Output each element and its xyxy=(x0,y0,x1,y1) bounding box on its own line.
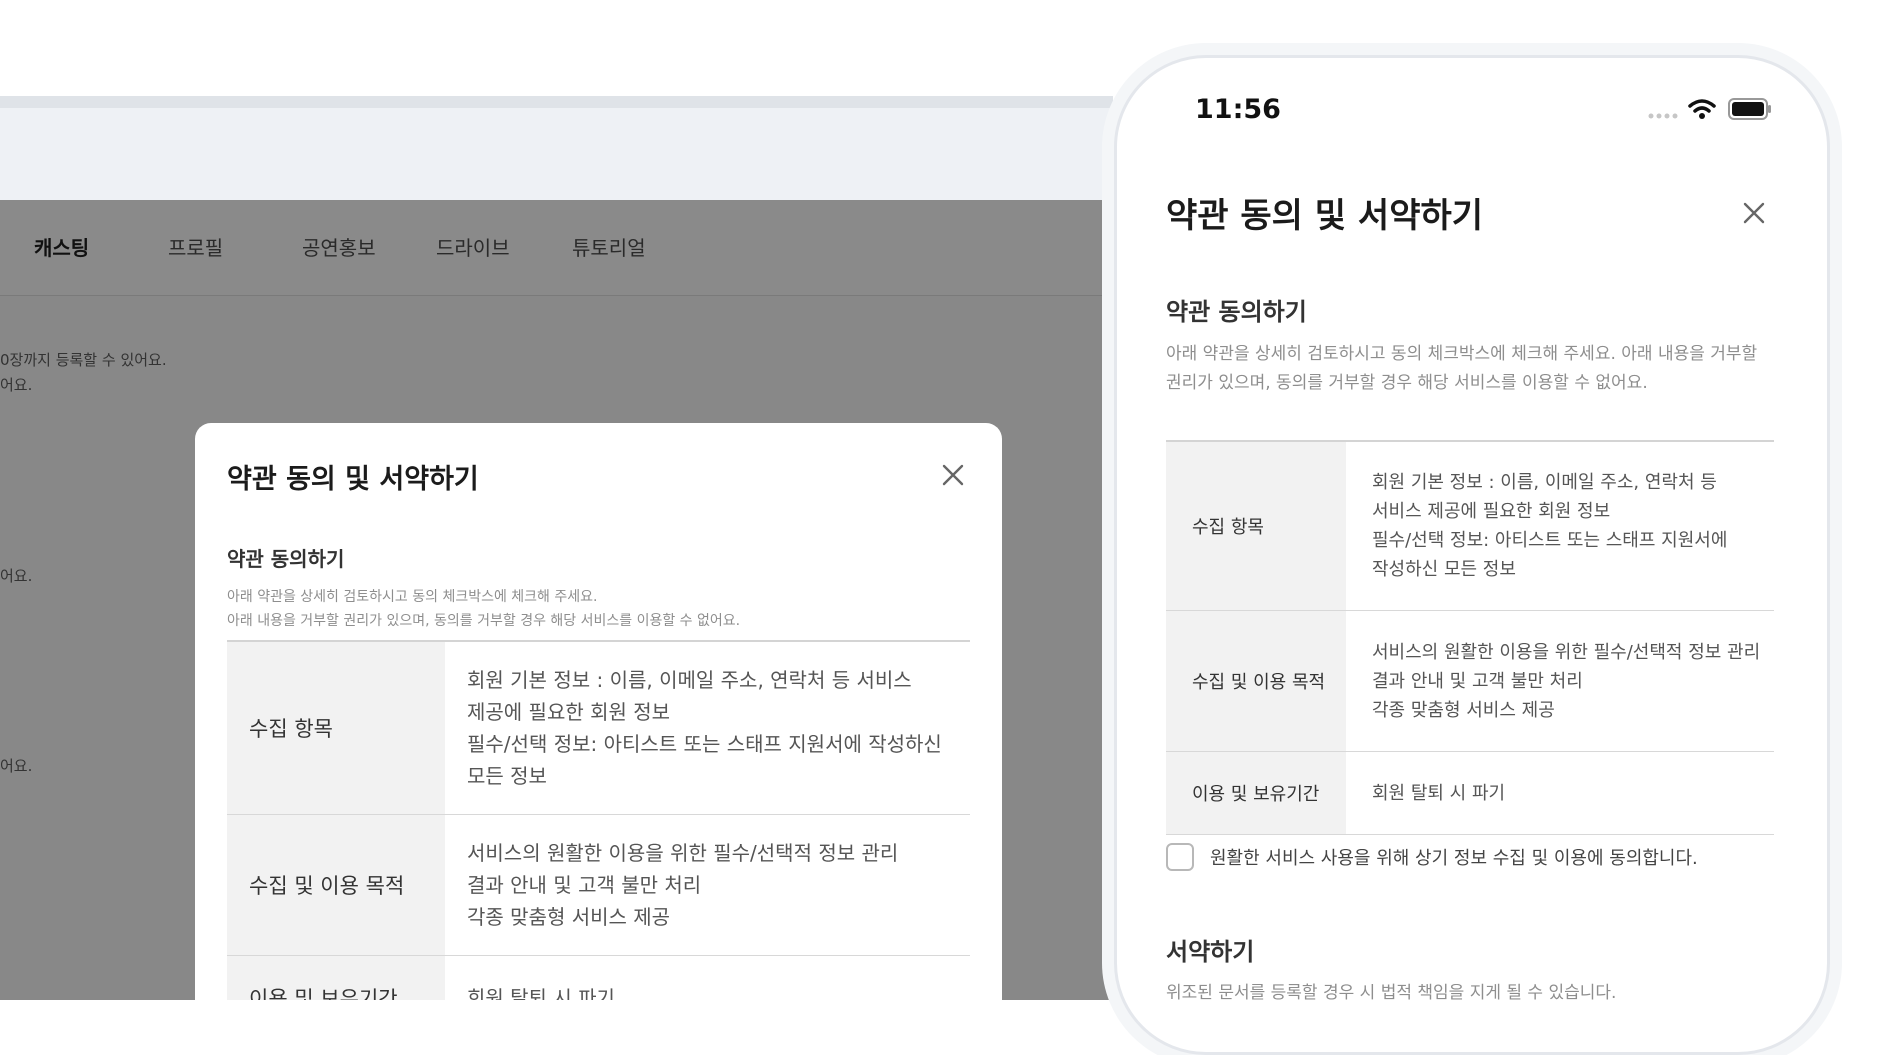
value-line: 결과 안내 및 고객 불만 처리 xyxy=(467,873,702,897)
close-button[interactable] xyxy=(941,463,965,487)
row-value: 서비스의 원활한 이용을 위한 필수/선택적 정보 관리 결과 안내 및 고객 … xyxy=(445,815,970,955)
row-value: 회원 탈퇴 시 파기 xyxy=(445,956,970,1000)
table-row: 이용 및 보유기간 회원 탈퇴 시 파기 xyxy=(227,956,970,1000)
phone-modal-title: 약관 동의 및 서약하기 xyxy=(1166,196,1484,236)
section-description: 아래 약관을 상세히 검토하시고 동의 체크박스에 체크해 주세요. 아래 내용… xyxy=(227,585,740,633)
value-line: 작성하신 모든 정보 xyxy=(1372,559,1516,580)
close-icon xyxy=(1743,202,1765,224)
main-nav: 캐스팅 프로필 공연홍보 드라이브 튜토리얼 xyxy=(0,200,1113,296)
row-label: 수집 항목 xyxy=(227,642,445,814)
row-label: 수집 및 이용 목적 xyxy=(1166,611,1346,751)
row-value: 서비스의 원활한 이용을 위한 필수/선택적 정보 관리 결과 안내 및 고객 … xyxy=(1346,611,1774,751)
row-label: 수집 및 이용 목적 xyxy=(227,815,445,955)
table-row: 수집 및 이용 목적 서비스의 원활한 이용을 위한 필수/선택적 정보 관리 … xyxy=(227,815,970,956)
nav-item-drive[interactable]: 드라이브 xyxy=(436,232,510,261)
section-title: 약관 동의하기 xyxy=(227,547,345,571)
row-value: 회원 탈퇴 시 파기 xyxy=(1346,752,1774,834)
agree-label[interactable]: 원활한 서비스 사용을 위해 상기 정보 수집 및 이용에 동의합니다. xyxy=(1210,844,1698,870)
value-line: 필수/선택 정보: 아티스트 또는 스태프 지원서에 xyxy=(1372,530,1728,551)
browser-frame xyxy=(0,96,1113,200)
value-line: 각종 맞춤형 서비스 제공 xyxy=(1372,699,1555,721)
value-line: 모든 정보 xyxy=(467,764,547,788)
terms-table: 수집 항목 회원 기본 정보 : 이름, 이메일 주소, 연락처 등 서비스 제… xyxy=(227,640,970,1000)
background-text: 어요. xyxy=(0,757,33,775)
row-value: 회원 기본 정보 : 이름, 이메일 주소, 연락처 등 서비스 제공에 필요한… xyxy=(445,642,970,814)
nav-item-promotion[interactable]: 공연홍보 xyxy=(302,232,376,261)
row-label: 수집 항목 xyxy=(1166,442,1346,610)
table-row: 수집 및 이용 목적 서비스의 원활한 이용을 위한 필수/선택적 정보 관리 … xyxy=(1166,611,1774,752)
section-title: 약관 동의하기 xyxy=(1166,298,1307,326)
phone-screen: 11:56 약관 동의 및 서약하기 약관 동의하기 아래 약관을 상세히 검토… xyxy=(1130,70,1814,1000)
table-row: 수집 항목 회원 기본 정보 : 이름, 이메일 주소, 연락처 등 서비스 제… xyxy=(227,642,970,815)
value-line: 서비스의 원활한 이용을 위한 필수/선택적 정보 관리 xyxy=(1372,641,1761,663)
background-text: 어요. xyxy=(0,567,33,585)
value-line: 각종 맞춤형 서비스 제공 xyxy=(467,905,671,929)
nav-item-casting[interactable]: 캐스팅 xyxy=(34,232,89,261)
value-line: 필수/선택 정보: 아티스트 또는 스태프 지원서에 작성하신 xyxy=(467,732,942,756)
pledge-title: 서약하기 xyxy=(1166,938,1255,966)
row-value: 회원 기본 정보 : 이름, 이메일 주소, 연락처 등 서비스 제공에 필요한… xyxy=(1346,442,1774,610)
terms-table: 수집 항목 회원 기본 정보 : 이름, 이메일 주소, 연락처 등 서비스 제… xyxy=(1166,440,1774,835)
terms-modal: 약관 동의 및 서약하기 약관 동의하기 아래 약관을 상세히 검토하시고 동의… xyxy=(195,423,1002,1000)
close-button[interactable] xyxy=(1742,201,1766,225)
row-label: 이용 및 보유기간 xyxy=(1166,752,1346,834)
desktop-mockup: 캐스팅 프로필 공연홍보 드라이브 튜토리얼 0장까지 등록할 수 있어요. 어… xyxy=(0,96,1113,1000)
signal-icon xyxy=(1648,113,1678,119)
value-line: 회원 기본 정보 : 이름, 이메일 주소, 연락처 등 서비스 xyxy=(467,668,912,692)
value-line: 제공에 필요한 회원 정보 xyxy=(467,700,671,724)
value-line: 서비스의 원활한 이용을 위한 필수/선택적 정보 관리 xyxy=(467,841,899,865)
row-label: 이용 및 보유기간 xyxy=(227,956,445,1000)
description-line: 아래 약관을 상세히 검토하시고 동의 체크박스에 체크해 주세요. xyxy=(227,589,598,605)
pledge-description: 위조된 문서를 등록할 경우 시 법적 책임을 지게 될 수 있습니다. xyxy=(1166,983,1617,1000)
value-line: 회원 기본 정보 : 이름, 이메일 주소, 연락처 등 xyxy=(1372,472,1717,493)
agree-row[interactable]: 원활한 서비스 사용을 위해 상기 정보 수집 및 이용에 동의합니다. xyxy=(1166,843,1698,871)
status-time: 11:56 xyxy=(1195,94,1281,125)
background-text: 0장까지 등록할 수 있어요. xyxy=(0,351,167,369)
agree-checkbox[interactable] xyxy=(1166,843,1194,871)
background-text: 어요. xyxy=(0,376,33,394)
value-line: 서비스 제공에 필요한 회원 정보 xyxy=(1372,501,1611,522)
description-line: 아래 내용을 거부할 권리가 있으며, 동의를 거부할 경우 해당 서비스를 이… xyxy=(227,613,741,629)
close-icon xyxy=(942,464,964,486)
table-row: 수집 항목 회원 기본 정보 : 이름, 이메일 주소, 연락처 등 서비스 제… xyxy=(1166,442,1774,611)
wifi-icon xyxy=(1688,99,1716,119)
nav-item-tutorial[interactable]: 튜토리얼 xyxy=(572,232,646,261)
battery-icon xyxy=(1728,98,1771,120)
section-description: 아래 약관을 상세히 검토하시고 동의 체크박스에 체크해 주세요. 아래 내용… xyxy=(1166,344,1758,393)
value-line: 회원 탈퇴 시 파기 xyxy=(467,986,615,1000)
table-row: 이용 및 보유기간 회원 탈퇴 시 파기 xyxy=(1166,752,1774,835)
nav-item-profile[interactable]: 프로필 xyxy=(168,232,223,261)
modal-title: 약관 동의 및 서약하기 xyxy=(227,464,479,495)
value-line: 회원 탈퇴 시 파기 xyxy=(1372,782,1506,804)
value-line: 결과 안내 및 고객 불만 처리 xyxy=(1372,670,1583,692)
